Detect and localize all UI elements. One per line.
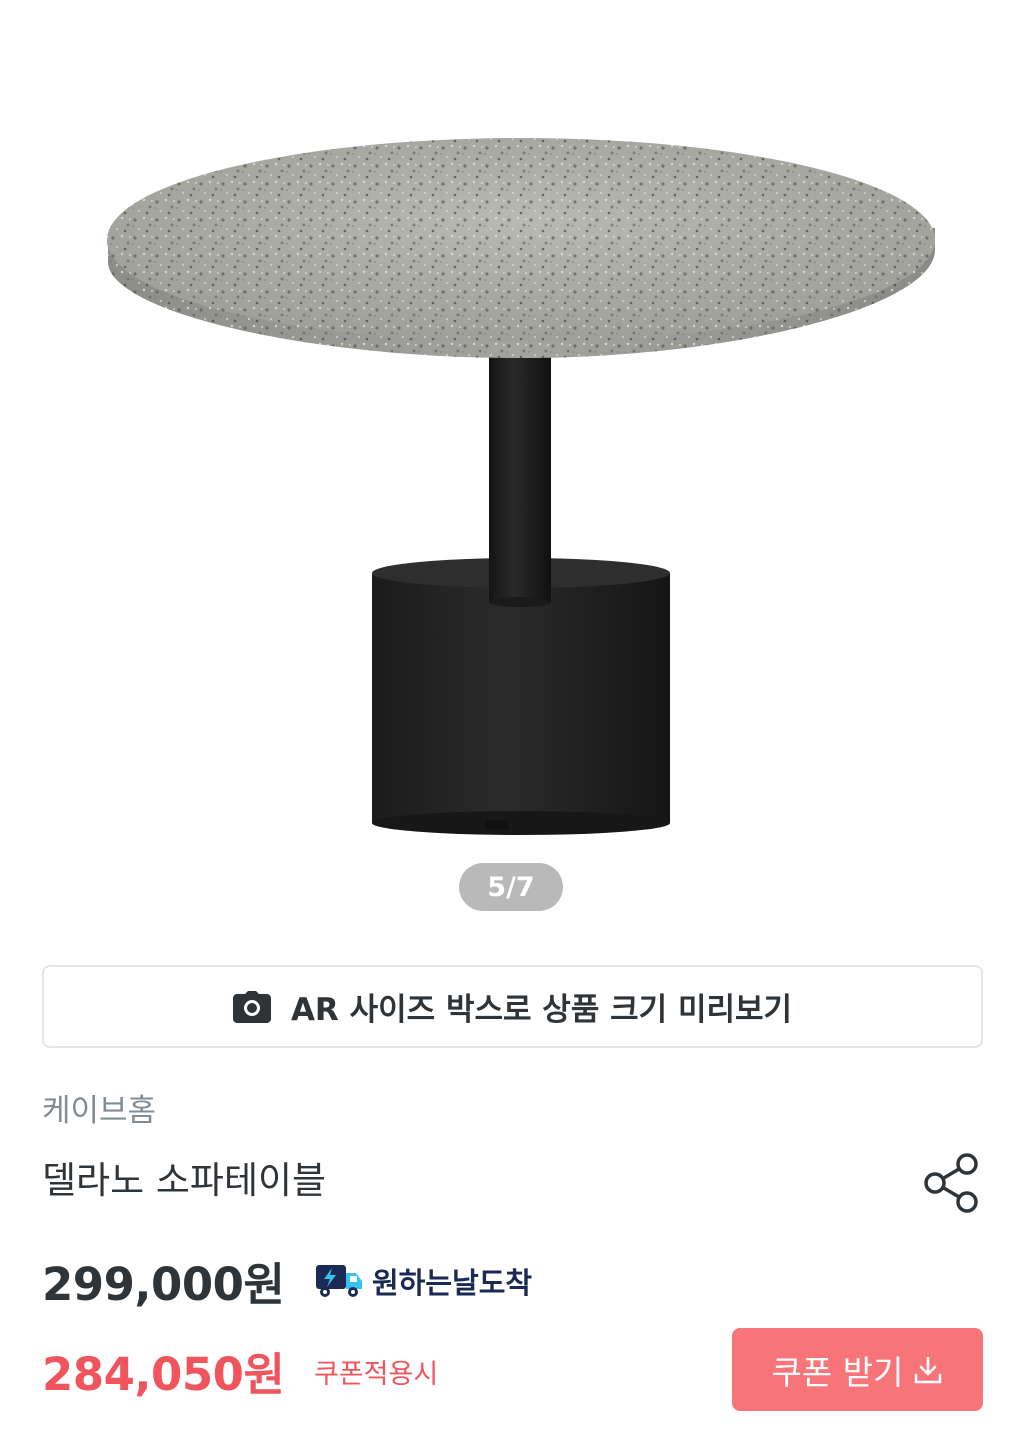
truck-lightning-icon bbox=[316, 1265, 362, 1297]
product-title: 델라노 소파테이블 bbox=[42, 1159, 327, 1202]
coupon-applied-note: 쿠폰적용시 bbox=[314, 1359, 439, 1390]
sale-price: 284,050원 bbox=[42, 1348, 285, 1401]
brand-name[interactable]: 케이브홈 bbox=[42, 1085, 156, 1130]
product-image bbox=[107, 138, 935, 835]
share-icon[interactable] bbox=[920, 1150, 984, 1214]
coupon-button-label: 쿠폰 받기 bbox=[771, 1352, 904, 1392]
camera-icon bbox=[232, 990, 271, 1023]
get-coupon-button[interactable]: 쿠폰 받기 bbox=[732, 1328, 983, 1411]
delivery-badge: 원하는날도착 bbox=[314, 1261, 532, 1301]
image-counter: 5/7 bbox=[459, 863, 563, 911]
original-price: 299,000원 bbox=[42, 1258, 285, 1311]
product-detail-page: 5/7 AR 사이즈 박스로 상품 크기 미리보기 케이브홈 델라노 소파테이블… bbox=[0, 0, 1025, 1440]
product-image-gallery[interactable]: 5/7 bbox=[0, 0, 1025, 940]
ar-button-label: AR 사이즈 박스로 상품 크기 미리보기 bbox=[290, 992, 793, 1028]
ar-size-preview-button[interactable]: AR 사이즈 박스로 상품 크기 미리보기 bbox=[42, 965, 983, 1048]
download-icon bbox=[915, 1356, 942, 1383]
delivery-badge-label: 원하는날도착 bbox=[372, 1266, 533, 1300]
